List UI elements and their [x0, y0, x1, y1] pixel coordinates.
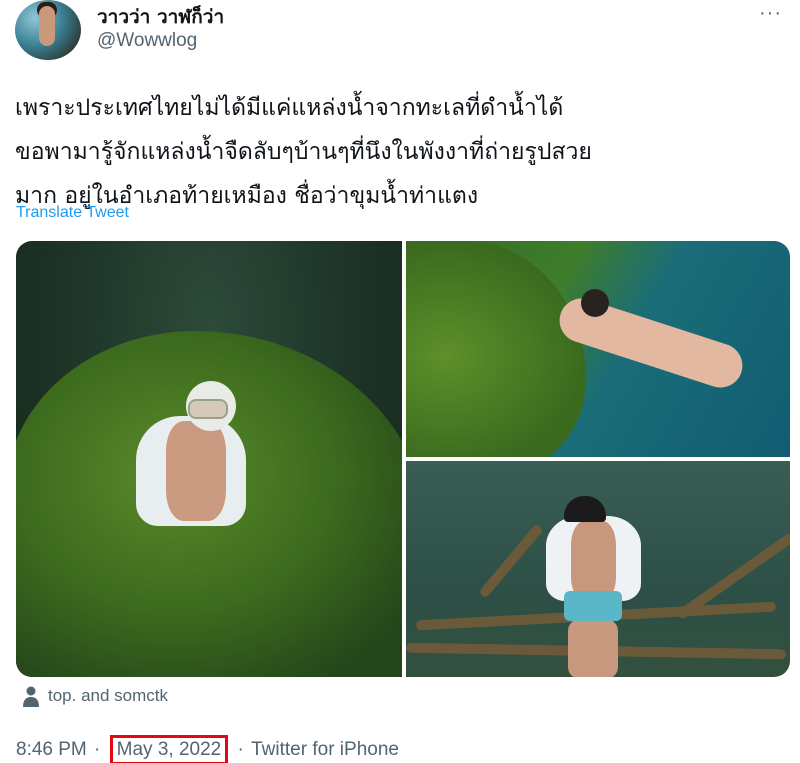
underwater-diver-woman-photo[interactable]: [406, 241, 790, 457]
separator-dot: ·: [237, 739, 244, 760]
tweet-text: เพราะประเทศไทยไม่ได้มีแค่แหล่งน้ำจากทะเล…: [15, 86, 785, 218]
underwater-man-moss-photo[interactable]: [16, 241, 402, 677]
avatar-figure: [39, 6, 55, 46]
body-shape: [166, 421, 226, 521]
tweet-date[interactable]: May 3, 2022: [109, 735, 229, 763]
body-shape: [571, 521, 616, 601]
legs-shape: [568, 619, 618, 677]
diver-hair-shape: [581, 289, 609, 317]
dive-mask-shape: [188, 399, 228, 419]
shorts-shape: [564, 591, 622, 621]
display-name[interactable]: วาวว่า วาฬก็ว่า: [97, 2, 224, 32]
media-grid: [16, 241, 790, 677]
tweet-text-line: มาก อยู่ในอำเภอท้ายเหมือง ชื่อว่าขุมน้ำท…: [15, 183, 479, 209]
tweet-text-line: ขอพามารู้จักแหล่งน้ำจืดลับๆบ้านๆที่นึงใน…: [15, 139, 592, 165]
avatar[interactable]: [15, 0, 81, 60]
person-icon: [23, 686, 39, 707]
cap-shape: [564, 496, 606, 522]
more-options-icon[interactable]: ···: [759, 2, 782, 25]
translate-tweet-link[interactable]: Translate Tweet: [16, 204, 129, 222]
tweet-text-line: เพราะประเทศไทยไม่ได้มีแค่แหล่งน้ำจากทะเล…: [15, 95, 564, 121]
tweet-time[interactable]: 8:46 PM: [16, 739, 87, 761]
user-handle[interactable]: @Wowwlog: [97, 30, 197, 52]
tweet-meta: 8:46 PM · May 3, 2022 · Twitter for iPho…: [16, 735, 399, 763]
log-shape: [478, 523, 544, 599]
underwater-man-logs-photo[interactable]: [406, 461, 790, 677]
tweet-client[interactable]: Twitter for iPhone: [251, 739, 399, 761]
tagged-users-link[interactable]: top. and somctk: [48, 686, 168, 706]
weeds-shape: [406, 241, 586, 457]
separator-dot: ·: [94, 739, 101, 760]
